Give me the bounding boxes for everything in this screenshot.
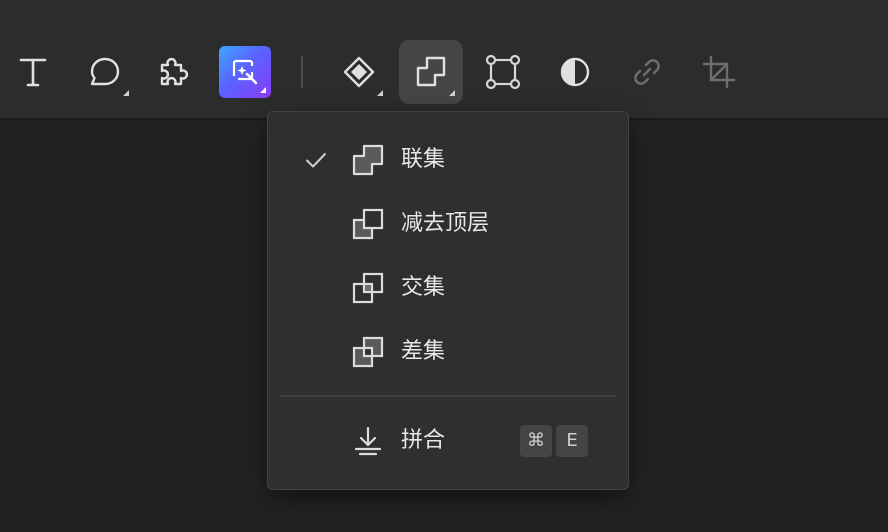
boolean-operations-menu: 联集 减去顶层 交集 差集 拼合 ⌘ E [267, 111, 629, 490]
menu-item-exclude[interactable]: 差集 [268, 324, 628, 380]
comment-tool-button[interactable] [73, 40, 137, 104]
comment-icon [90, 57, 120, 86]
submenu-indicator-icon [260, 87, 266, 93]
boolean-tool-button[interactable] [399, 40, 463, 104]
flatten-icon [354, 426, 382, 456]
link-tool-button[interactable] [615, 40, 679, 104]
toolbar-separator [301, 56, 303, 88]
shortcut-key-command: ⌘ [520, 425, 552, 457]
mask-tool-button[interactable] [543, 40, 607, 104]
text-tool-button[interactable] [1, 40, 65, 104]
menu-item-label: 联集 [401, 147, 446, 172]
crop-tool-button[interactable] [687, 40, 751, 104]
link-icon [634, 59, 660, 85]
toolbar [0, 0, 888, 120]
text-icon [19, 58, 47, 87]
menu-item-label: 交集 [401, 275, 446, 300]
menu-divider [280, 395, 616, 397]
menu-item-label: 拼合 [401, 428, 446, 453]
bounding-box-icon [485, 54, 521, 90]
boolean-union-icon [416, 56, 446, 87]
menu-item-label: 差集 [401, 339, 446, 364]
half-circle-icon [560, 57, 590, 87]
submenu-indicator-icon [449, 90, 455, 96]
menu-item-union[interactable]: 联集 [268, 132, 628, 188]
ai-magic-icon [232, 59, 258, 85]
ai-tool-button[interactable] [219, 46, 271, 98]
menu-item-label: 减去顶层 [401, 211, 490, 236]
submenu-indicator-icon [377, 90, 383, 96]
plugin-tool-button[interactable] [142, 40, 206, 104]
puzzle-icon [160, 57, 189, 86]
component-tool-button[interactable] [327, 40, 391, 104]
shortcut-key-e: E [556, 425, 588, 457]
subtract-icon [352, 208, 384, 240]
crop-icon [702, 55, 736, 89]
checkmark-icon [306, 153, 326, 168]
exclude-icon [352, 336, 384, 368]
transform-tool-button[interactable] [471, 40, 535, 104]
menu-item-intersect[interactable]: 交集 [268, 260, 628, 316]
union-icon [352, 144, 384, 176]
submenu-indicator-icon [123, 90, 129, 96]
menu-item-subtract[interactable]: 减去顶层 [268, 196, 628, 252]
intersect-icon [352, 272, 384, 304]
diamond-icon [343, 56, 375, 88]
